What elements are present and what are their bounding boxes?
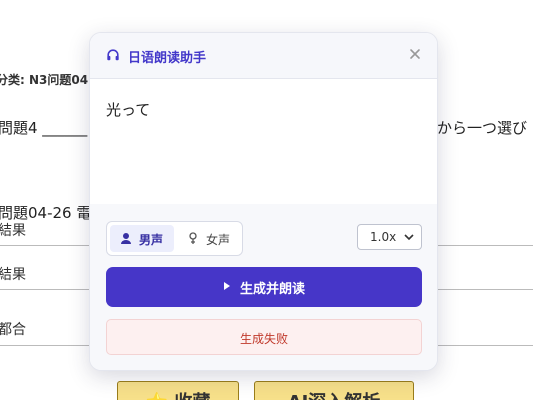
page: 分类: N3问题04 問題4 ______ から一つ選び 問題04-26 電話 …	[0, 0, 533, 400]
dialog-title: 日语朗读助手	[128, 51, 207, 66]
female-icon	[189, 232, 197, 244]
dialog-header: 日语朗读助手	[90, 33, 437, 79]
ai-analysis-button[interactable]: AI深入解析	[254, 381, 414, 400]
voice-selector: 男声 女声	[106, 221, 243, 256]
error-message: 生成失败	[106, 319, 422, 355]
male-voice-label: 男声	[139, 233, 164, 247]
text-input[interactable]: 光って	[90, 79, 437, 204]
female-voice-label: 女声	[206, 233, 231, 247]
question-text-tail: から一つ選び	[437, 119, 528, 137]
speed-select[interactable]: 1.0x	[357, 224, 422, 250]
headphones-icon	[107, 49, 119, 61]
play-icon	[224, 282, 230, 290]
reading-assistant-dialog: 日语朗读助手 光って 男声 女声 1.0x 生成并朗读 生成失败	[89, 32, 438, 371]
male-voice-button[interactable]: 男声	[110, 225, 174, 252]
female-voice-button[interactable]: 女声	[177, 225, 239, 252]
close-icon[interactable]	[407, 46, 423, 62]
chevron-down-icon	[404, 234, 414, 241]
favorite-button[interactable]: ⭐ 收藏	[117, 381, 239, 400]
question-category: 分类: N3问题04	[0, 73, 89, 87]
male-icon	[121, 233, 131, 244]
controls-panel: 男声 女声 1.0x 生成并朗读 生成失败	[90, 204, 437, 370]
generate-and-read-button[interactable]: 生成并朗读	[106, 267, 422, 307]
question-text: 問題4 ______	[0, 119, 88, 137]
speed-value: 1.0x	[370, 230, 397, 244]
generate-button-label: 生成并朗读	[240, 282, 306, 297]
